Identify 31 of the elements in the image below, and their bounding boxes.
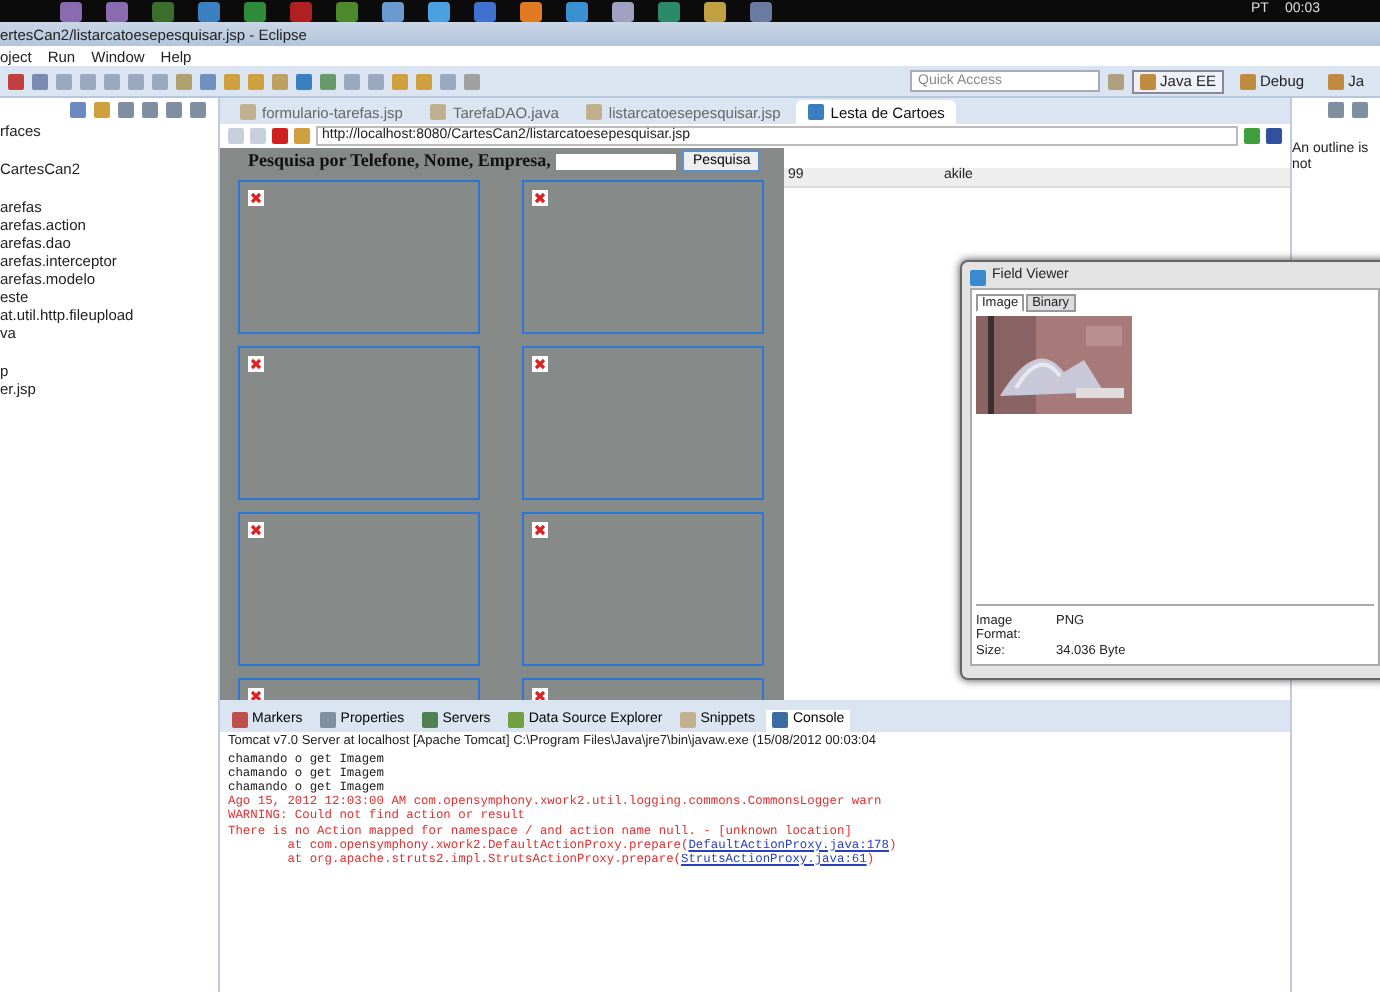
- broken-image-icon: [248, 688, 264, 700]
- taskbar-app-icon[interactable]: [198, 1, 220, 21]
- taskbar-app-icon[interactable]: [336, 1, 358, 21]
- view-icon: [422, 712, 439, 728]
- taskbar-app-icon[interactable]: [658, 1, 680, 21]
- broken-image-icon: [532, 522, 548, 538]
- broken-image-icon: [248, 356, 264, 372]
- taskbar-app-icon[interactable]: [244, 1, 266, 21]
- broken-image-icon: [248, 522, 264, 538]
- search-label: Pesquisa por Telefone, Nome, Empresa,: [248, 150, 551, 172]
- taskbar-app-icon[interactable]: [520, 1, 542, 21]
- taskbar-app-icon[interactable]: [474, 1, 496, 21]
- broken-image-icon: [532, 190, 548, 206]
- view-icon: [680, 712, 697, 728]
- taskbar-app-icon[interactable]: [750, 1, 772, 21]
- view-icon: [772, 712, 789, 728]
- taskbar-app-icon[interactable]: [428, 1, 450, 21]
- taskbar-app-icon[interactable]: [382, 1, 404, 21]
- broken-image-icon: [532, 688, 548, 700]
- taskbar-app-icon[interactable]: [612, 1, 634, 21]
- broken-image-icon: [532, 356, 548, 372]
- broken-image-icon: [248, 190, 264, 206]
- view-icon: [508, 712, 525, 728]
- taskbar-app-icon[interactable]: [704, 1, 726, 21]
- search-field[interactable]: [556, 153, 677, 169]
- view-icon: [232, 712, 248, 728]
- taskbar-app-icon[interactable]: [566, 1, 588, 21]
- view-icon: [320, 712, 337, 728]
- taskbar-app-icon[interactable]: [152, 1, 174, 21]
- taskbar-app-icon[interactable]: [60, 1, 82, 21]
- taskbar-app-icon[interactable]: [106, 1, 128, 21]
